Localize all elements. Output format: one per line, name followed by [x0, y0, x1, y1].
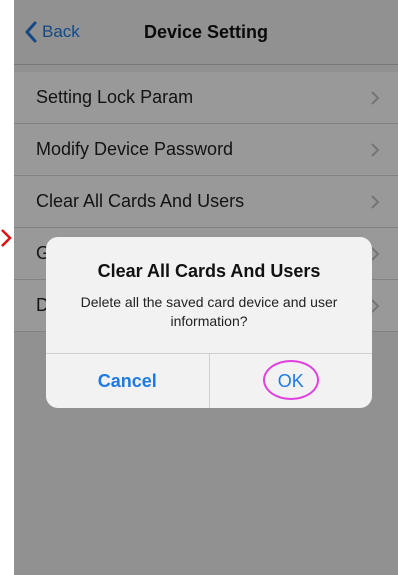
highlight-ring-annotation [262, 360, 319, 400]
alert-message: Delete all the saved card device and use… [80, 294, 338, 329]
cancel-label: Cancel [97, 370, 157, 391]
cancel-button[interactable]: Cancel [46, 354, 210, 408]
alert-title: Clear All Cards And Users [97, 261, 321, 281]
alert-dialog: Clear All Cards And Users Delete all the… [46, 237, 372, 408]
alert-button-bar: Cancel OK [46, 353, 372, 408]
pointer-arrow-icon [1, 229, 12, 247]
ok-button[interactable]: OK [210, 354, 373, 408]
device-screen: Back Device Setting Setting Lock Param M… [14, 0, 398, 575]
